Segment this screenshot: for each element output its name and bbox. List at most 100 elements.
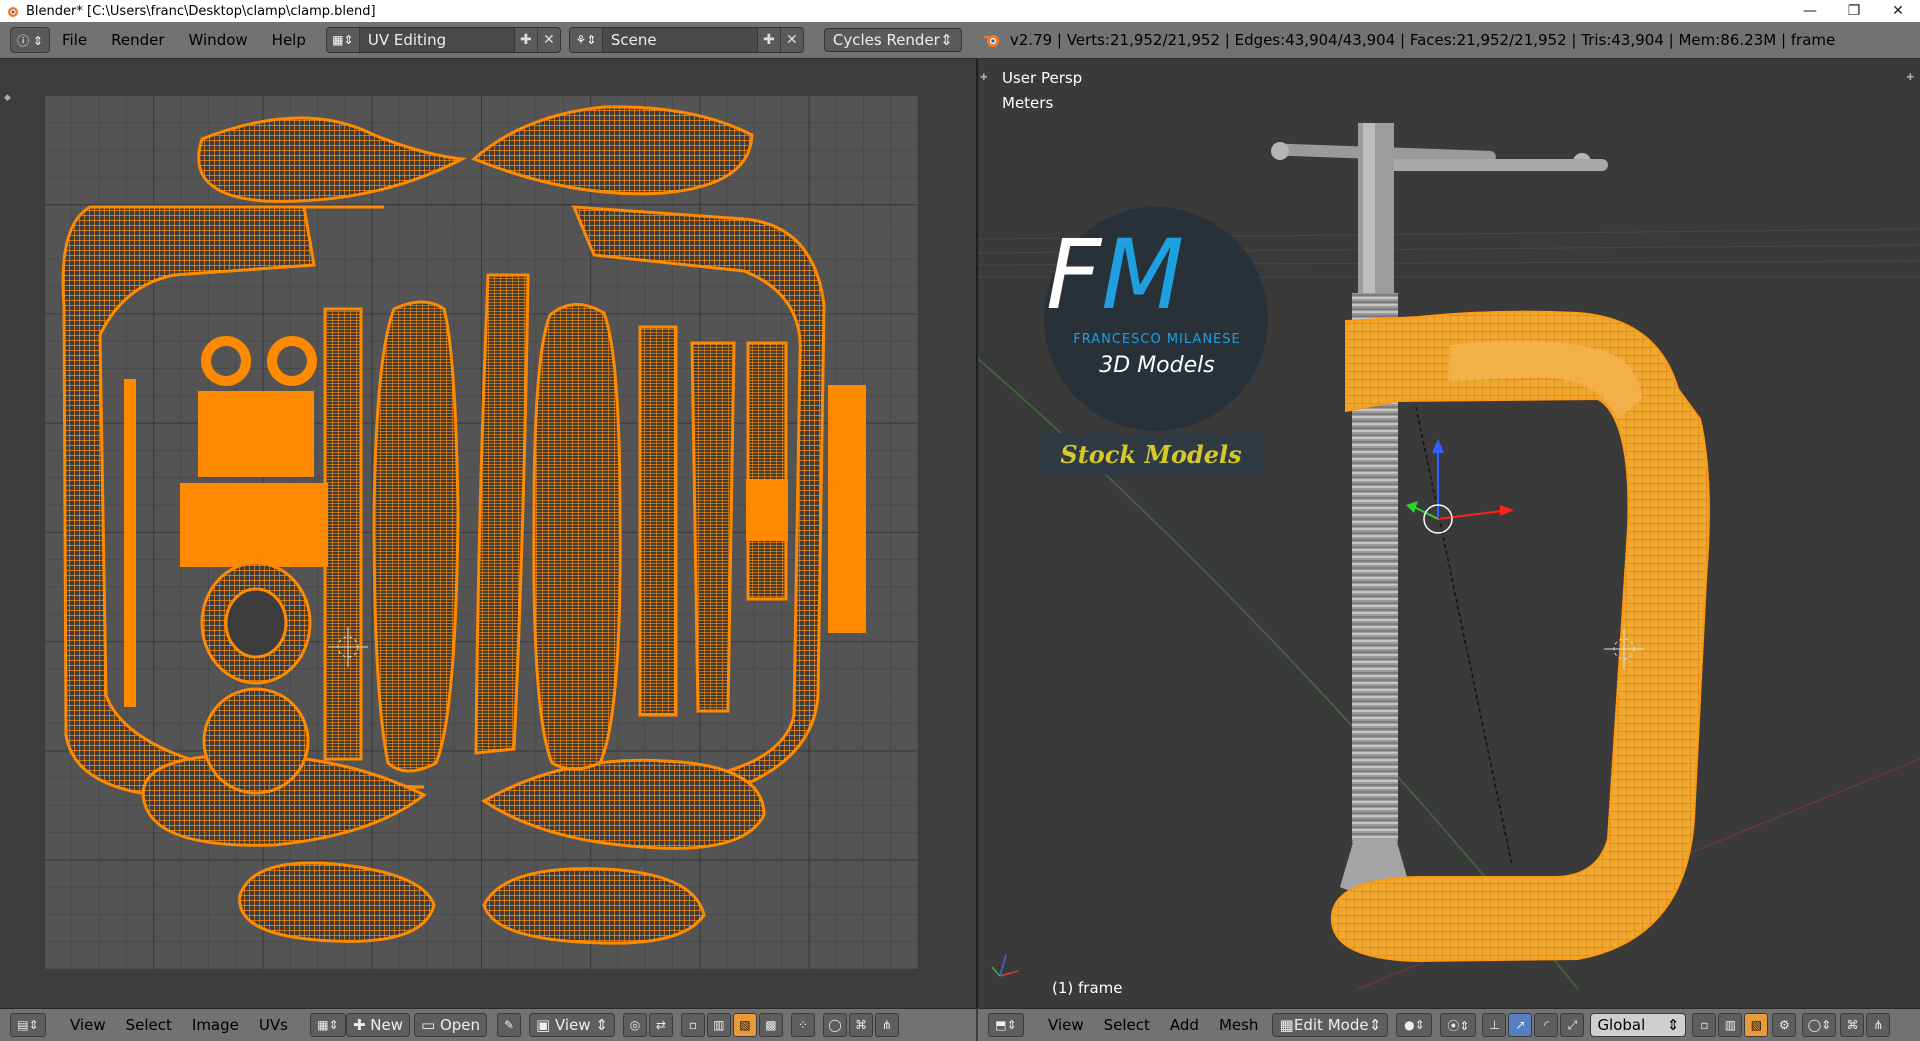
view-mode-label: View — [554, 1016, 591, 1034]
window-titlebar: Blender* [C:\Users\franc\Desktop\clamp\c… — [0, 0, 1920, 22]
uv-islands[interactable] — [44, 95, 918, 969]
chevron-updown-icon: ⇕ — [590, 1016, 608, 1034]
transform-orientation-dropdown[interactable]: Global ⇕ — [1590, 1013, 1687, 1037]
uv-menu-select[interactable]: Select — [116, 1016, 182, 1034]
region-toggle-arrow-icon[interactable]: ◆ — [4, 93, 11, 103]
face-select-icon[interactable]: ▧ — [1744, 1013, 1769, 1037]
uv-island-bottom-right — [481, 758, 766, 850]
viewport-shading-icon[interactable]: ●⇕ — [1396, 1013, 1433, 1037]
translate-manipulator-icon[interactable]: ↗ — [1508, 1013, 1533, 1037]
menu-help[interactable]: Help — [260, 31, 318, 49]
uv-island-bottom-pad-right — [482, 867, 706, 945]
info-editor-type-button[interactable]: ⓘ ⇕ — [10, 27, 50, 53]
logo-subtitle: 3D Models — [1099, 353, 1215, 378]
image-browse-icon[interactable]: ▦⇕ — [309, 1013, 346, 1037]
render-engine-dropdown[interactable]: Cycles Render ⇕ — [823, 28, 962, 52]
uv-island-strip-7 — [746, 341, 788, 601]
transform-manipulator-icon — [1406, 439, 1514, 534]
scene-icon[interactable]: ⚘⇕ — [570, 28, 603, 52]
blender-logo-icon — [983, 35, 999, 47]
logo-author: FRANCESCO MILANESE — [1073, 332, 1241, 347]
uv-island-thin-strip — [124, 379, 136, 707]
screen-layout-icon[interactable]: ▦⇕ — [327, 28, 360, 52]
uv-island-bottom-pad-left — [238, 861, 436, 943]
image-icon: ▣ — [536, 1016, 555, 1034]
pivot-point-icon[interactable]: ⦿⇕ — [1440, 1013, 1477, 1037]
view3d-editor-type-icon[interactable]: ⬒⇕ — [988, 1013, 1024, 1037]
occlude-geometry-icon[interactable]: ⚙ — [1772, 1013, 1797, 1037]
vertex-select-icon[interactable]: ▫ — [680, 1013, 705, 1037]
menu-window[interactable]: Window — [177, 31, 260, 49]
info-header: ⓘ ⇕ File Render Window Help ▦⇕ UV Editin… — [0, 22, 1920, 59]
delete-scene-icon[interactable]: ✕ — [779, 28, 803, 52]
uv-island-strip-1 — [323, 307, 363, 761]
clamp-handle — [1271, 142, 1608, 171]
render-engine-label: Cycles Render — [832, 31, 940, 49]
pivot-icon[interactable]: ◎ — [622, 1013, 647, 1037]
logo-initial-m: M — [1101, 219, 1185, 331]
screen-layout-field[interactable]: UV Editing — [359, 28, 514, 52]
add-screen-icon[interactable]: ✚ — [513, 28, 537, 52]
snap-element-icon[interactable]: ⋔ — [1866, 1013, 1891, 1037]
scale-manipulator-icon[interactable]: ⤢ — [1560, 1013, 1585, 1037]
add-scene-icon[interactable]: ✚ — [756, 28, 780, 52]
view3d-menu-mesh[interactable]: Mesh — [1209, 1016, 1269, 1034]
uv-island-top-left — [197, 116, 468, 203]
view3d-menu-add[interactable]: Add — [1160, 1016, 1209, 1034]
edge-select-icon[interactable]: ▥ — [706, 1013, 731, 1037]
scene-statistics: v2.79 | Verts:21,952/21,952 | Edges:43,9… — [1009, 31, 1836, 49]
view3d-menu-select[interactable]: Select — [1094, 1016, 1160, 1034]
uv-island-right-block — [828, 385, 866, 633]
uv-island-strip-6 — [690, 341, 736, 713]
sticky-mode-icon[interactable]: ⁘ — [790, 1013, 815, 1037]
proportional-edit-icon[interactable]: ◯ — [822, 1013, 847, 1037]
maximize-button[interactable]: ❐ — [1832, 0, 1876, 22]
uv-image-editor[interactable]: ◆ — [0, 59, 976, 1008]
menu-file[interactable]: File — [50, 31, 99, 49]
new-image-label: New — [370, 1016, 403, 1034]
sync-selection-icon[interactable]: ⇄ — [648, 1013, 673, 1037]
interaction-mode-dropdown[interactable]: ▦ Edit Mode ⇕ — [1272, 1013, 1389, 1037]
menu-render[interactable]: Render — [99, 31, 176, 49]
logo-initial-f: F — [1046, 219, 1102, 331]
uv-menu-uvs[interactable]: UVs — [249, 1016, 298, 1034]
edge-select-icon[interactable]: ▥ — [1718, 1013, 1743, 1037]
proportional-edit-icon[interactable]: ◯⇕ — [1802, 1013, 1837, 1037]
view-mode-dropdown[interactable]: ▣ View ⇕ — [529, 1013, 615, 1037]
new-image-button[interactable]: ✚ New — [345, 1013, 410, 1037]
uv-island-ring-2 — [267, 336, 317, 386]
snap-element-icon[interactable]: ⋔ — [874, 1013, 899, 1037]
face-select-icon[interactable]: ▧ — [732, 1013, 757, 1037]
uv-island-sphere — [202, 687, 310, 795]
uv-island-strip-2 — [372, 300, 460, 773]
view3d-menu-view[interactable]: View — [1038, 1016, 1094, 1034]
uv-island-ring-1 — [201, 336, 251, 386]
screen-layout-selector[interactable]: ▦⇕ UV Editing ✚ ✕ — [325, 27, 561, 53]
3d-viewport[interactable]: ✚ ✚ User Persp Meters FM FRANCESCO MILAN… — [978, 59, 1920, 1008]
snap-icon[interactable]: ⌘ — [1840, 1013, 1865, 1037]
window-title: Blender* [C:\Users\franc\Desktop\clamp\c… — [26, 3, 376, 19]
pin-icon[interactable]: ✎ — [497, 1013, 522, 1037]
uv-editor-type-icon[interactable]: ▤⇕ — [10, 1013, 46, 1037]
uv-island-base-block — [180, 483, 328, 567]
manipulator-toggle-icon[interactable]: ⊥ — [1482, 1013, 1507, 1037]
open-image-button[interactable]: ▭ Open — [414, 1013, 488, 1037]
logo-banner: Stock Models — [1060, 440, 1242, 469]
minimize-button[interactable]: — — [1788, 0, 1832, 22]
uv-island-strip-3 — [474, 273, 530, 755]
scene-field[interactable]: Scene — [602, 28, 757, 52]
close-button[interactable]: ✕ — [1876, 0, 1920, 22]
island-select-icon[interactable]: ▩ — [758, 1013, 783, 1037]
snap-icon[interactable]: ⌘ — [848, 1013, 873, 1037]
rotate-manipulator-icon[interactable]: ◜ — [1534, 1013, 1559, 1037]
uv-menu-view[interactable]: View — [60, 1016, 116, 1034]
blender-app-icon — [8, 7, 18, 17]
open-image-label: Open — [439, 1016, 481, 1034]
vertex-select-icon[interactable]: ▫ — [1692, 1013, 1717, 1037]
uv-menu-image[interactable]: Image — [182, 1016, 249, 1034]
scene-selector[interactable]: ⚘⇕ Scene ✚ ✕ — [568, 27, 804, 53]
delete-screen-icon[interactable]: ✕ — [536, 28, 560, 52]
transform-orientation-label: Global — [1597, 1016, 1646, 1034]
plus-icon: ✚ — [352, 1016, 371, 1034]
uv-island-strip-5 — [638, 325, 678, 717]
